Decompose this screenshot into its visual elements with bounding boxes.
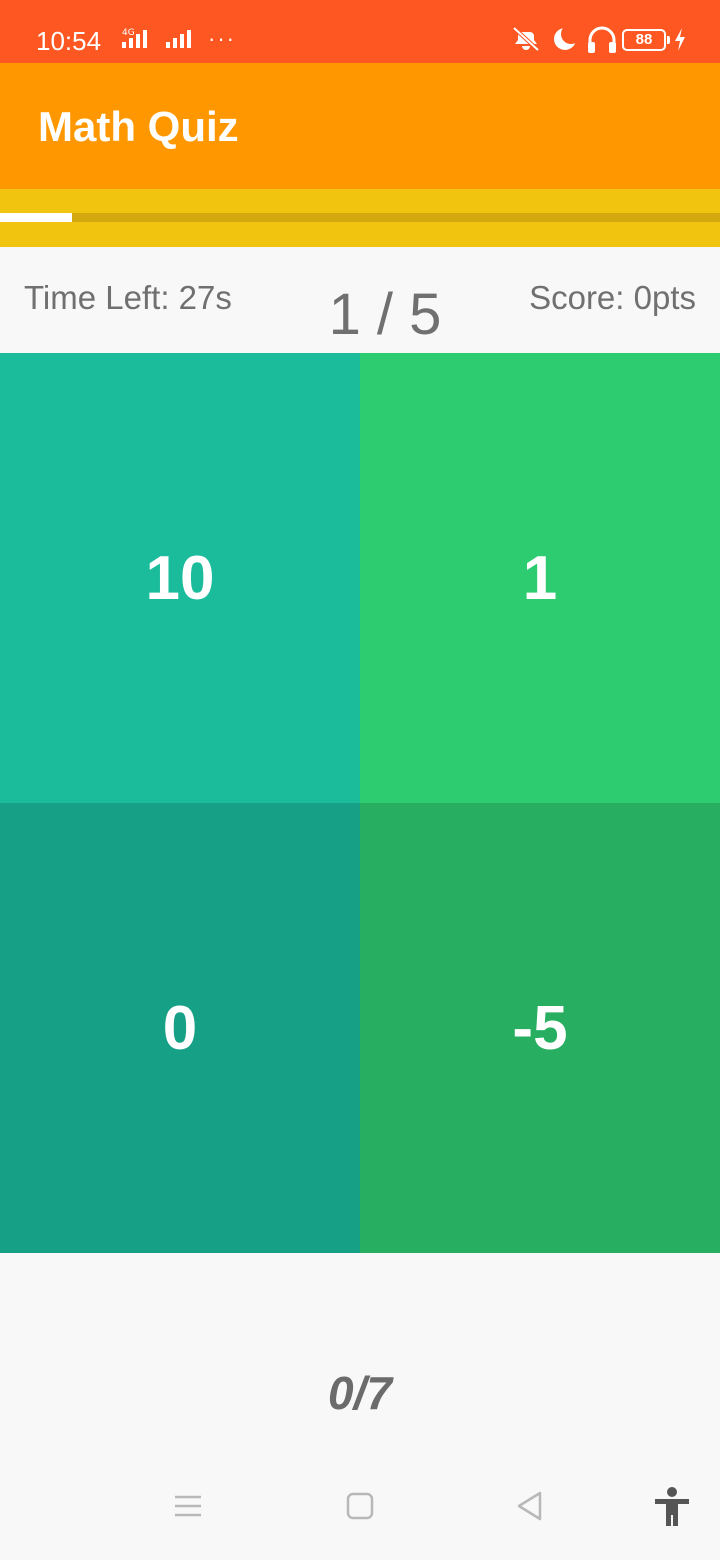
- system-nav-bar: [0, 1460, 720, 1560]
- answer-label: -5: [512, 993, 568, 1063]
- back-triangle-icon[interactable]: [514, 1490, 546, 1527]
- timer-progress-track: [0, 213, 720, 222]
- answer-label: 10: [145, 543, 215, 613]
- signal-icon: [164, 26, 200, 57]
- charging-bolt-icon: [672, 24, 688, 59]
- answer-label: 0: [162, 993, 198, 1063]
- app-title: Math Quiz: [38, 103, 239, 150]
- battery-icon: 88: [622, 29, 670, 51]
- question-counter: 1 / 5: [328, 282, 442, 347]
- do-not-disturb-moon-icon: [550, 24, 581, 59]
- score-label: Score: 0pts: [529, 279, 696, 316]
- quiz-info-row: Time Left: 27s 1 / 5 Score: 0pts: [0, 247, 720, 353]
- answer-button-1[interactable]: 10: [0, 353, 360, 803]
- network-type-label: 4G: [122, 28, 135, 38]
- answer-button-2[interactable]: 1: [360, 353, 720, 803]
- signal-4g-icon: 4G: [118, 26, 158, 57]
- battery-level: 88: [635, 31, 653, 48]
- answer-button-4[interactable]: -5: [360, 803, 720, 1253]
- correct-answers-counter: 0/7: [328, 1367, 392, 1419]
- more-indicator: ···: [208, 26, 236, 51]
- status-time: 10:54: [36, 26, 102, 56]
- app-bar: Math Quiz: [0, 63, 720, 189]
- timer-progress-fill: [0, 213, 72, 222]
- home-square-icon[interactable]: [344, 1490, 376, 1527]
- time-left-label: Time Left: 27s: [24, 279, 232, 316]
- headphones-icon: [585, 24, 619, 61]
- timer-progress-band: [0, 189, 720, 247]
- vibrate-off-icon: [508, 24, 544, 59]
- answer-button-3[interactable]: 0: [0, 803, 360, 1253]
- accessibility-icon[interactable]: [652, 1486, 692, 1535]
- status-bar: 10:54 4G ··· 88: [0, 0, 720, 63]
- menu-icon[interactable]: [172, 1490, 204, 1527]
- answer-label: 1: [522, 543, 558, 613]
